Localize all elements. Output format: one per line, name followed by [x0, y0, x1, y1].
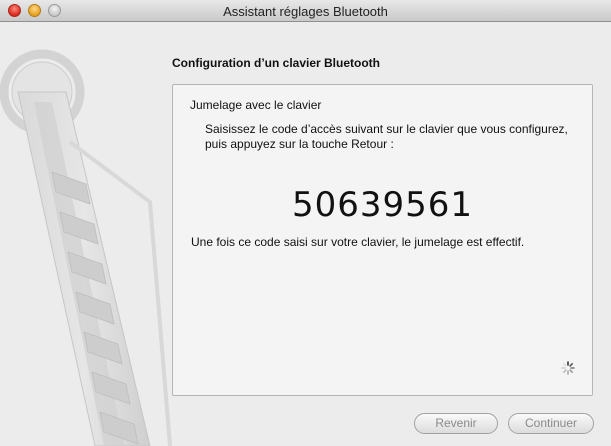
panel-title: Jumelage avec le clavier: [190, 98, 322, 112]
bluetooth-assistant-window: Assistant réglages Bluetooth Configurati…: [0, 0, 611, 446]
result-text: Une fois ce code saisi sur votre clavier…: [191, 235, 525, 249]
pairing-panel: Jumelage avec le clavier Saisissez le co…: [172, 84, 593, 396]
window-title: Assistant réglages Bluetooth: [223, 4, 388, 19]
page-heading: Configuration d’un clavier Bluetooth: [172, 56, 380, 70]
back-button[interactable]: Revenir: [414, 413, 498, 434]
bluetooth-assistant-artwork: [0, 49, 172, 446]
passkey-code: 50639561: [291, 185, 474, 225]
instruction-text: Saisissez le code d’accès suivant sur le…: [205, 122, 568, 151]
continue-button[interactable]: Continuer: [508, 413, 594, 434]
spinner-icon: [561, 361, 575, 375]
title-bar[interactable]: Assistant réglages Bluetooth: [0, 0, 611, 22]
